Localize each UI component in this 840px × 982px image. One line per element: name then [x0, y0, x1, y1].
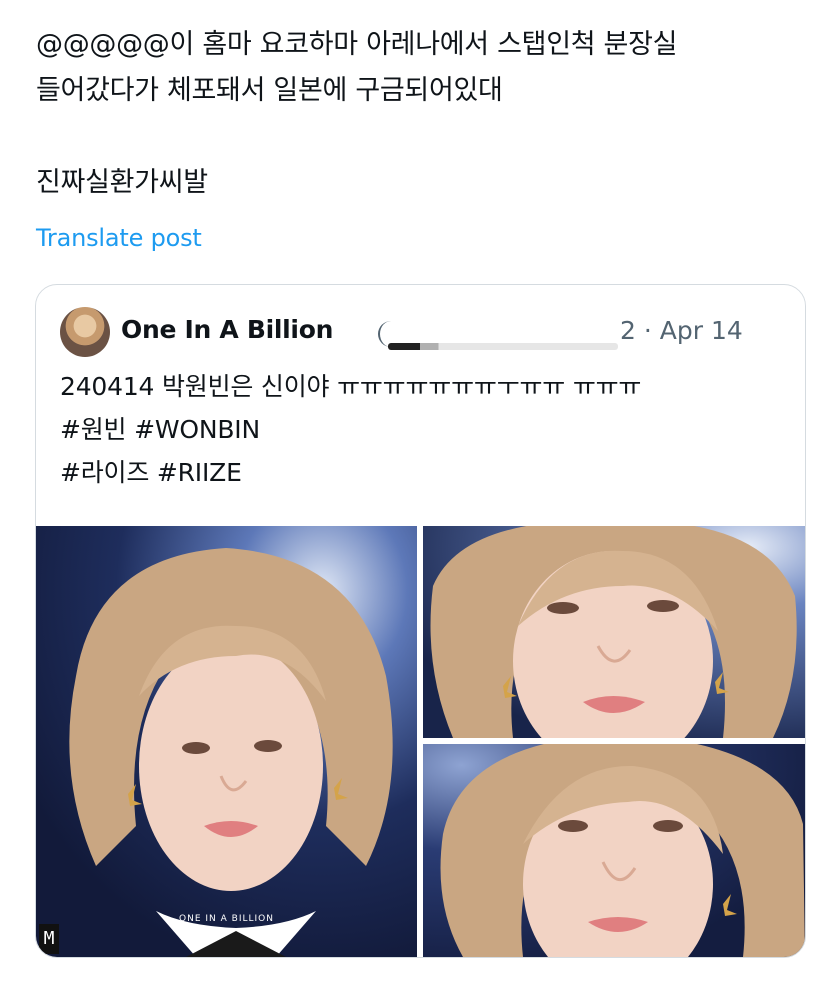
post-line-1: @@@@@이 홈마 요코하마 아레나에서 스탭인척 분장실	[36, 29, 678, 60]
post-line-3: 진짜실환가씨발	[36, 167, 208, 198]
post-line-2: 들어갔다가 체포돼서 일본에 구금되어있대	[36, 75, 503, 106]
quoted-author-name[interactable]: One In A Billion	[121, 315, 333, 344]
quoted-line-1: 240414 박원빈은 신이야 ㅠㅠㅠㅠㅠㅠㅠㅜㅠㅠ ㅠㅠㅠ	[60, 372, 642, 401]
quoted-post-date[interactable]: 2 · Apr 14	[620, 316, 743, 345]
quoted-post-card[interactable]: One In A Billion 2 · Apr 14 240414 박원빈은 …	[35, 284, 806, 958]
photo-3[interactable]	[423, 744, 805, 957]
quoted-post-header: One In A Billion 2 · Apr 14	[60, 307, 780, 359]
logo-mark-icon: M	[39, 924, 59, 954]
media-grid: ONE IN A BILLION M	[36, 526, 805, 957]
photo-1[interactable]: ONE IN A BILLION M	[36, 526, 417, 957]
photo-watermark: ONE IN A BILLION	[179, 914, 274, 924]
redacted-handle	[378, 321, 618, 351]
avatar[interactable]	[60, 307, 110, 357]
photo-2[interactable]	[423, 526, 805, 738]
post-text: @@@@@이 홈마 요코하마 아레나에서 스탭인척 분장실 들어갔다가 체포돼서…	[36, 22, 816, 206]
translate-post-link[interactable]: Translate post	[36, 224, 202, 252]
quoted-post-body: 240414 박원빈은 신이야 ㅠㅠㅠㅠㅠㅠㅠㅜㅠㅠ ㅠㅠㅠ #원빈 #WONB…	[60, 365, 641, 494]
quoted-line-2: #원빈 #WONBIN	[60, 415, 260, 444]
quoted-line-3: #라이즈 #RIIZE	[60, 458, 242, 487]
